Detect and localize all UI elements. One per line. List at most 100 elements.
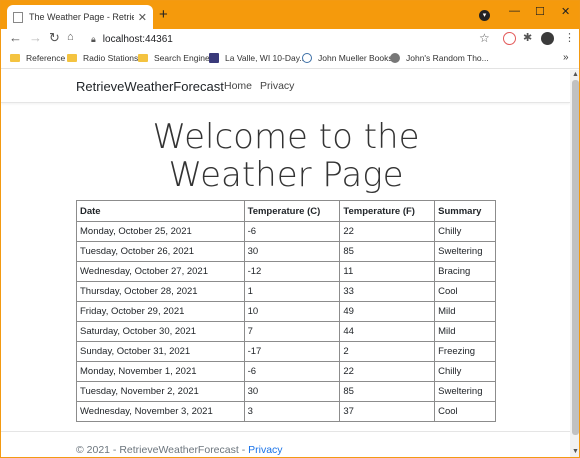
table-row: Saturday, October 30, 2021 7 44 Mild bbox=[76, 321, 496, 342]
bookmark-label: La Valle, WI 10-Day... bbox=[225, 53, 307, 63]
browser-window: The Weather Page - RetrieveWea ✕ + ▾ — ☐… bbox=[0, 0, 580, 458]
cell-temp-c: 30 bbox=[243, 381, 341, 402]
table-row: Wednesday, October 27, 2021 -12 11 Braci… bbox=[76, 261, 496, 282]
new-tab-button[interactable]: + bbox=[159, 6, 168, 24]
table-header-row: Date Temperature (C) Temperature (F) Sum… bbox=[76, 200, 496, 222]
cell-summary: Sweltering bbox=[434, 241, 496, 262]
cell-date: Monday, November 1, 2021 bbox=[76, 361, 245, 382]
profile-avatar[interactable] bbox=[541, 32, 554, 45]
footer-text: © 2021 - RetrieveWeatherForecast - Priva… bbox=[76, 444, 283, 456]
cell-date: Wednesday, October 27, 2021 bbox=[76, 261, 245, 282]
cell-temp-c: 10 bbox=[243, 301, 341, 322]
folder-icon bbox=[67, 54, 77, 62]
globe-icon bbox=[390, 53, 400, 63]
tab-search-icon[interactable]: ▾ bbox=[479, 10, 490, 21]
cell-temp-f: 22 bbox=[339, 361, 436, 382]
bookmark-reference[interactable]: Reference bbox=[10, 53, 65, 63]
cell-temp-f: 44 bbox=[339, 321, 436, 342]
title-bar: The Weather Page - RetrieveWea ✕ + ▾ — ☐… bbox=[1, 1, 579, 29]
cell-temp-f: 11 bbox=[339, 261, 436, 282]
header-date: Date bbox=[76, 200, 245, 222]
forecast-table: Date Temperature (C) Temperature (F) Sum… bbox=[76, 200, 496, 422]
back-icon[interactable]: ← bbox=[9, 30, 22, 45]
cell-summary: Mild bbox=[434, 301, 496, 322]
cell-temp-c: -12 bbox=[243, 261, 341, 282]
cell-summary: Bracing bbox=[434, 261, 496, 282]
bookmark-star-icon[interactable]: ☆ bbox=[479, 31, 490, 45]
home-icon[interactable]: ⌂ bbox=[67, 31, 74, 43]
cell-date: Monday, October 25, 2021 bbox=[76, 221, 245, 242]
page-title: Welcome to the Weather Page bbox=[152, 117, 420, 195]
bookmark-weather[interactable]: La Valle, WI 10-Day... bbox=[209, 53, 306, 63]
table-row: Monday, October 25, 2021 -6 22 Chilly bbox=[76, 221, 496, 242]
scroll-thumb[interactable] bbox=[572, 80, 579, 435]
bookmark-label: Reference bbox=[26, 53, 66, 63]
scroll-up-icon[interactable]: ▲ bbox=[572, 71, 579, 78]
bookmark-radio-stations[interactable]: Radio Stations bbox=[67, 53, 138, 63]
bookmark-search-engines[interactable]: Search Engines bbox=[138, 53, 214, 63]
cell-summary: Sweltering bbox=[434, 381, 496, 402]
cell-summary: Cool bbox=[434, 281, 496, 302]
cell-summary: Cool bbox=[434, 401, 496, 422]
cell-summary: Chilly bbox=[434, 361, 496, 382]
site-footer: © 2021 - RetrieveWeatherForecast - Priva… bbox=[1, 431, 570, 457]
maximize-icon[interactable]: ☐ bbox=[535, 5, 545, 18]
folder-icon bbox=[138, 54, 148, 62]
page-viewport: RetrieveWeatherForecast Home Privacy Wel… bbox=[1, 70, 570, 457]
bookmark-random-thoughts[interactable]: John's Random Tho... bbox=[390, 53, 489, 63]
header-temp-f: Temperature (F) bbox=[339, 200, 436, 222]
browser-toolbar: ← → ↻ ⌂ 🔒︎ localhost:44361 ☆ ✱ ⋮ bbox=[1, 29, 579, 49]
minimize-icon[interactable]: — bbox=[509, 5, 520, 17]
cell-summary: Freezing bbox=[434, 341, 496, 362]
wordpress-icon bbox=[302, 53, 312, 63]
close-tab-icon[interactable]: ✕ bbox=[138, 11, 147, 24]
page-scrollbar[interactable]: ▲ ▼ bbox=[570, 70, 579, 457]
table-row: Monday, November 1, 2021 -6 22 Chilly bbox=[76, 361, 496, 382]
cell-temp-f: 22 bbox=[339, 221, 436, 242]
site-navbar: RetrieveWeatherForecast Home Privacy bbox=[1, 70, 570, 103]
cell-temp-f: 49 bbox=[339, 301, 436, 322]
header-summary: Summary bbox=[434, 200, 496, 222]
browser-tab[interactable]: The Weather Page - RetrieveWea ✕ bbox=[7, 5, 153, 29]
cell-temp-c: 3 bbox=[243, 401, 341, 422]
nav-privacy-link[interactable]: Privacy bbox=[260, 80, 294, 92]
footer-privacy-link[interactable]: Privacy bbox=[248, 444, 282, 456]
table-row: Thursday, October 28, 2021 1 33 Cool bbox=[76, 281, 496, 302]
forward-icon[interactable]: → bbox=[29, 30, 42, 45]
folder-icon bbox=[10, 54, 20, 62]
extension-icon[interactable] bbox=[503, 32, 516, 45]
cell-temp-f: 85 bbox=[339, 381, 436, 402]
cell-summary: Mild bbox=[434, 321, 496, 342]
cell-date: Wednesday, November 3, 2021 bbox=[76, 401, 245, 422]
table-row: Wednesday, November 3, 2021 3 37 Cool bbox=[76, 401, 496, 422]
cell-temp-c: -6 bbox=[243, 361, 341, 382]
cell-summary: Chilly bbox=[434, 221, 496, 242]
weather-site-icon bbox=[209, 53, 219, 63]
table-row: Tuesday, October 26, 2021 30 85 Swelteri… bbox=[76, 241, 496, 262]
cell-date: Saturday, October 30, 2021 bbox=[76, 321, 245, 342]
cell-date: Friday, October 29, 2021 bbox=[76, 301, 245, 322]
cell-date: Tuesday, October 26, 2021 bbox=[76, 241, 245, 262]
bookmark-label: John's Random Tho... bbox=[406, 53, 489, 63]
nav-home-link[interactable]: Home bbox=[224, 80, 252, 92]
cell-temp-f: 33 bbox=[339, 281, 436, 302]
menu-icon[interactable]: ⋮ bbox=[564, 31, 575, 44]
cell-temp-c: -6 bbox=[243, 221, 341, 242]
site-brand[interactable]: RetrieveWeatherForecast bbox=[76, 79, 224, 94]
bookmark-label: Radio Stations bbox=[83, 53, 139, 63]
bookmarks-bar: Reference Radio Stations Search Engines … bbox=[1, 49, 579, 69]
scroll-down-icon[interactable]: ▼ bbox=[572, 448, 579, 455]
reload-icon[interactable]: ↻ bbox=[49, 30, 60, 46]
bookmark-label: Search Engines bbox=[154, 53, 215, 63]
lock-icon: 🔒︎ bbox=[91, 34, 96, 44]
cell-temp-f: 2 bbox=[339, 341, 436, 362]
copyright-text: © 2021 - RetrieveWeatherForecast - bbox=[76, 444, 249, 456]
extensions-puzzle-icon[interactable]: ✱ bbox=[523, 31, 532, 44]
cell-temp-c: 30 bbox=[243, 241, 341, 262]
bookmark-john-mueller-books[interactable]: John Mueller Books bbox=[302, 53, 393, 63]
more-bookmarks-icon[interactable]: » bbox=[563, 52, 569, 63]
cell-temp-f: 85 bbox=[339, 241, 436, 262]
tab-title: The Weather Page - RetrieveWea bbox=[29, 12, 134, 22]
address-bar[interactable]: 🔒︎ localhost:44361 bbox=[91, 31, 511, 48]
close-window-icon[interactable]: ✕ bbox=[561, 5, 570, 18]
